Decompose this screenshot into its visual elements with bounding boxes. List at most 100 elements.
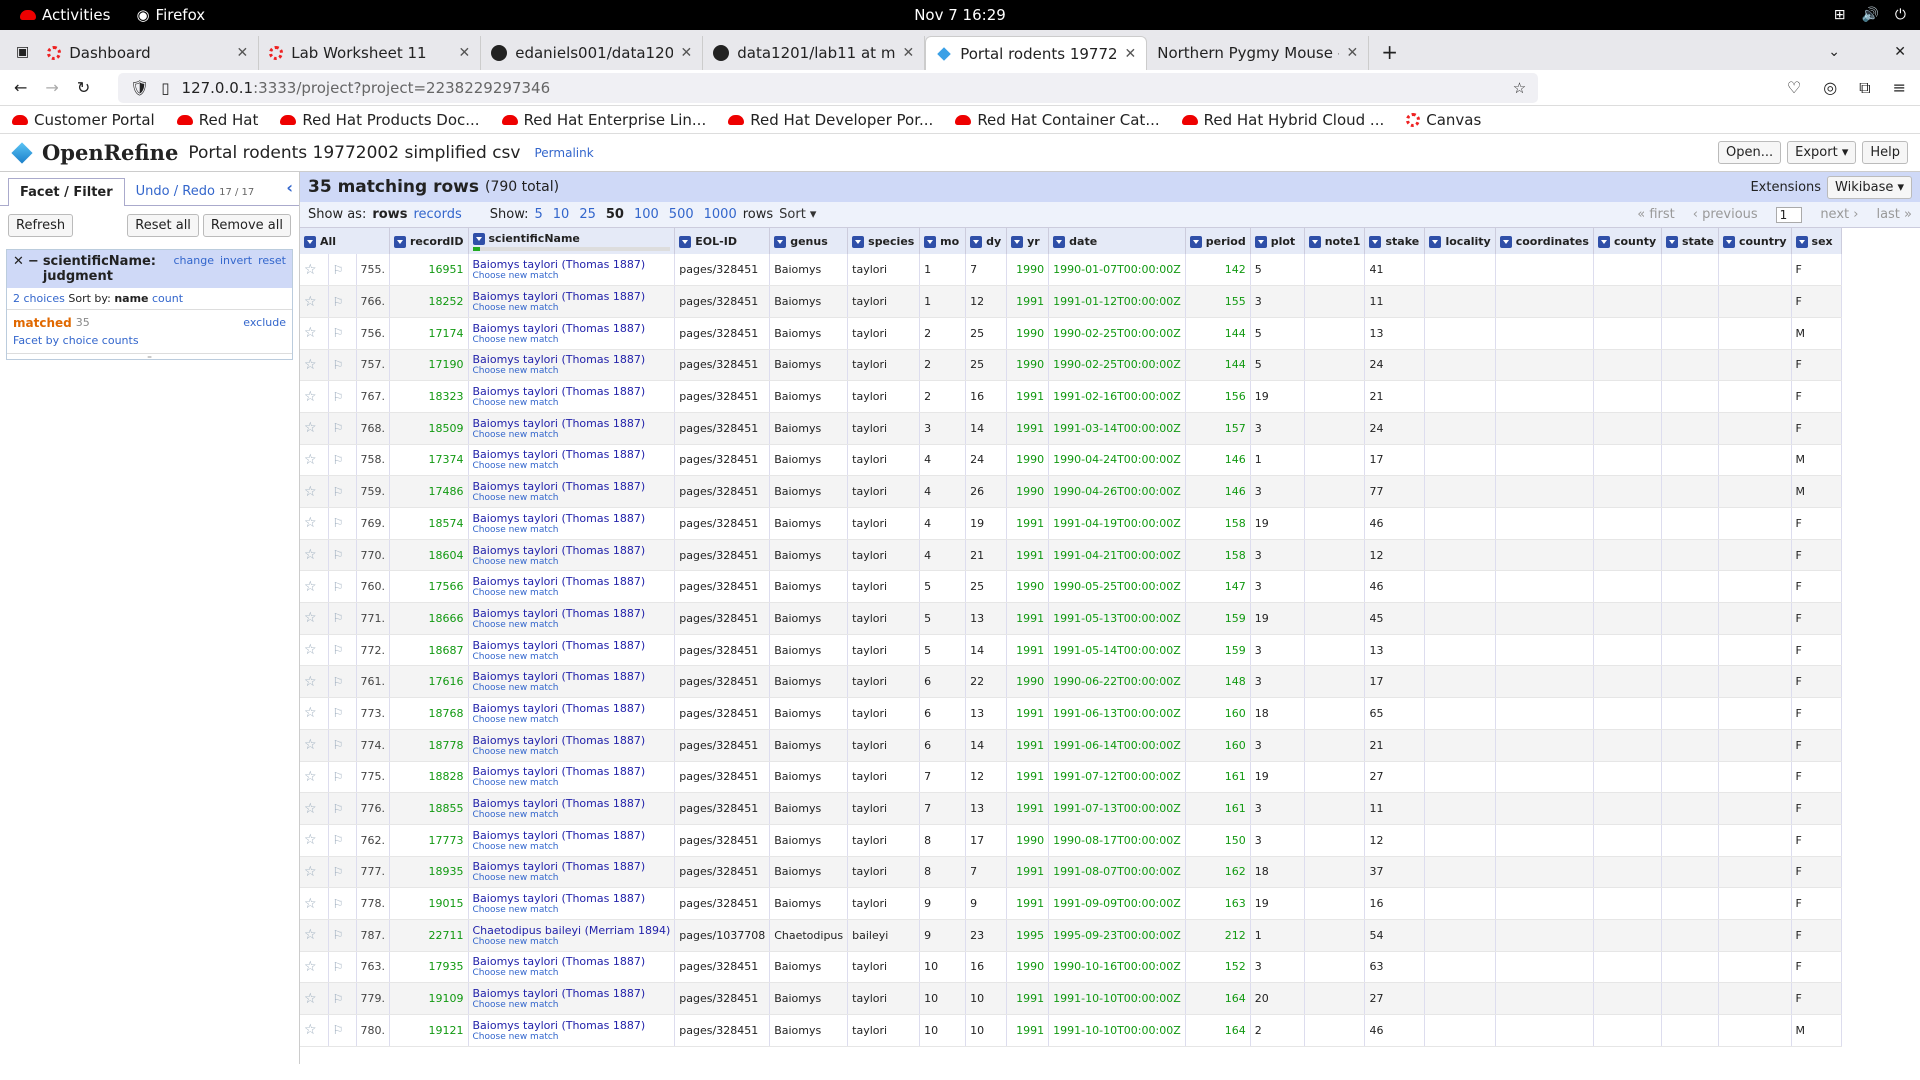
cell-dy[interactable]: 24 [965,444,1008,477]
cell-coordinates[interactable] [1495,317,1594,350]
cell-species[interactable]: taylori [847,824,921,857]
cell-stake[interactable]: 63 [1364,951,1426,984]
cell-sex[interactable]: F [1791,887,1842,920]
facet-resize-handle[interactable]: ═ [7,353,292,361]
cell-mo[interactable]: 10 [919,982,967,1015]
cell-species[interactable]: taylori [847,349,921,382]
cell-sex[interactable]: F [1791,792,1842,825]
choose-new-match-link[interactable]: Choose new match [473,747,671,757]
choose-new-match-link[interactable]: Choose new match [473,968,671,978]
flag-icon[interactable]: ⚐ [333,865,344,879]
tab-undo-redo[interactable]: Undo / Redo 17 / 17 [125,178,266,205]
new-tab-button[interactable]: + [1369,40,1410,70]
cell-locality[interactable] [1424,761,1496,794]
column-header-sex[interactable]: sex [1791,228,1842,254]
cell-note1[interactable] [1304,1014,1366,1047]
flag-cell[interactable]: ⚐ [328,761,357,794]
recon-match-link[interactable]: Baiomys taylori (Thomas 1887) [473,987,671,1000]
cell-state[interactable] [1661,1014,1719,1047]
flag-icon[interactable]: ⚐ [333,263,344,277]
cell-plot[interactable]: 19 [1250,887,1305,920]
star-icon[interactable]: ☆ [304,547,317,563]
cell-country[interactable] [1718,602,1792,635]
cell-mo[interactable]: 9 [919,919,967,952]
star-icon[interactable]: ☆ [304,991,317,1007]
cell-mo[interactable]: 8 [919,824,967,857]
cell-date[interactable]: 1991-09-09T00:00:00Z [1048,887,1186,920]
activities-button[interactable]: Activities [20,6,110,24]
cell-stake[interactable]: 12 [1364,824,1426,857]
cell-country[interactable] [1718,412,1792,445]
cell-sex[interactable]: M [1791,317,1842,350]
cell-dy[interactable]: 7 [965,856,1008,889]
flag-icon[interactable]: ⚐ [333,485,344,499]
cell-recordid[interactable]: 19121 [389,1014,469,1047]
cell-species[interactable]: taylori [847,507,921,540]
cell-species[interactable]: taylori [847,412,921,445]
cell-genus[interactable]: Baiomys [769,761,849,794]
cell-stake[interactable]: 27 [1364,761,1426,794]
cell-period[interactable]: 162 [1185,856,1251,889]
cell-genus[interactable]: Baiomys [769,507,849,540]
flag-icon[interactable]: ⚐ [333,928,344,942]
recon-match-link[interactable]: Baiomys taylori (Thomas 1887) [473,322,671,335]
star-cell[interactable]: ☆ [300,444,329,477]
cell-recordid[interactable]: 18828 [389,761,469,794]
cell-genus[interactable]: Baiomys [769,254,849,287]
cell-yr[interactable]: 1995 [1006,919,1050,952]
cell-locality[interactable] [1424,697,1496,730]
cell-period[interactable]: 164 [1185,982,1251,1015]
star-cell[interactable]: ☆ [300,856,329,889]
cell-county[interactable] [1593,887,1662,920]
flag-cell[interactable]: ⚐ [328,856,357,889]
cell-coordinates[interactable] [1495,412,1594,445]
cell-note1[interactable] [1304,570,1366,604]
cell-mo[interactable]: 5 [919,570,967,604]
cell-plot[interactable]: 20 [1250,982,1305,1015]
cell-date[interactable]: 1991-05-13T00:00:00Z [1048,602,1186,635]
cell-county[interactable] [1593,539,1662,572]
cell-period[interactable]: 144 [1185,317,1251,350]
flag-cell[interactable]: ⚐ [328,919,357,952]
cell-dy[interactable]: 13 [965,697,1008,730]
cell-dy[interactable]: 19 [965,507,1008,540]
cell-period[interactable]: 142 [1185,254,1251,287]
cell-genus[interactable]: Baiomys [769,570,849,604]
star-icon[interactable]: ☆ [304,896,317,912]
cell-period[interactable]: 212 [1185,919,1251,952]
recon-match-link[interactable]: Baiomys taylori (Thomas 1887) [473,512,671,525]
cell-note1[interactable] [1304,444,1366,477]
cell-note1[interactable] [1304,761,1366,794]
page-size-option[interactable]: 500 [669,207,694,222]
cell-county[interactable] [1593,665,1662,699]
cell-state[interactable] [1661,729,1719,762]
cell-note1[interactable] [1304,254,1366,287]
cell-state[interactable] [1661,285,1719,318]
choose-new-match-link[interactable]: Choose new match [473,430,671,440]
cell-coordinates[interactable] [1495,919,1594,952]
star-icon[interactable]: ☆ [304,642,317,658]
cell-genus[interactable]: Chaetodipus [769,919,849,952]
cell-state[interactable] [1661,412,1719,445]
star-cell[interactable]: ☆ [300,887,329,920]
cell-eol-id[interactable]: pages/328451 [674,824,771,857]
cell-state[interactable] [1661,317,1719,350]
cell-period[interactable]: 161 [1185,792,1251,825]
cell-sex[interactable]: F [1791,982,1842,1015]
column-header-note1[interactable]: note1 [1304,228,1366,254]
cell-yr[interactable]: 1991 [1006,729,1050,762]
choose-new-match-link[interactable]: Choose new match [473,525,671,535]
cell-yr[interactable]: 1990 [1006,824,1050,857]
cell-plot[interactable]: 5 [1250,349,1305,382]
cell-coordinates[interactable] [1495,570,1594,604]
cell-country[interactable] [1718,761,1792,794]
cell-stake[interactable]: 13 [1364,634,1426,667]
star-icon[interactable]: ☆ [304,927,317,943]
facet-choice-matched[interactable]: matched [13,316,72,330]
cell-sex[interactable]: F [1791,824,1842,857]
cell-genus[interactable]: Baiomys [769,412,849,445]
cell-species[interactable]: taylori [847,1014,921,1047]
cell-date[interactable]: 1991-04-19T00:00:00Z [1048,507,1186,540]
page-size-option[interactable]: 10 [553,207,570,222]
flag-icon[interactable]: ⚐ [333,833,344,847]
